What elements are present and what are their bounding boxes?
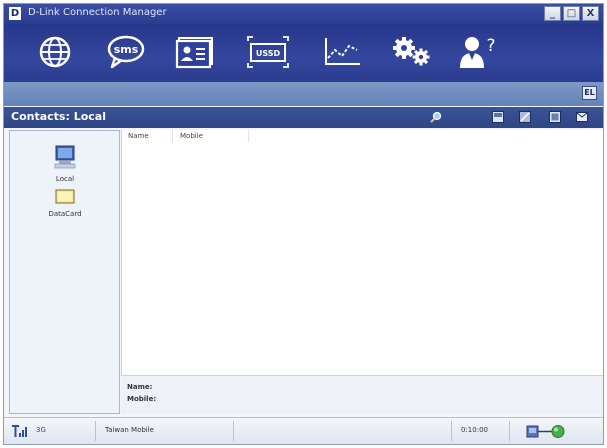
globe-icon	[39, 36, 71, 68]
folder-datacard-label: DataCard	[48, 210, 82, 218]
column-header-mobile[interactable]: Mobile	[180, 132, 203, 140]
connection-timer: 0:10:00	[461, 426, 488, 434]
computer-icon	[54, 145, 76, 169]
edit-contact-icon[interactable]	[519, 111, 531, 123]
datacard-icon	[55, 189, 75, 204]
column-header-name[interactable]: Name	[128, 132, 149, 140]
statistics-button[interactable]	[319, 32, 365, 72]
contacts-table: Name Mobile	[121, 130, 603, 375]
contact-card-icon	[175, 37, 213, 69]
detail-name-label: Name:	[127, 383, 153, 391]
help-button[interactable]: ?	[456, 32, 502, 72]
contacts-button[interactable]	[172, 32, 218, 72]
gears-icon	[393, 37, 430, 66]
status-divider	[451, 421, 452, 441]
window-title: D-Link Connection Manager	[28, 7, 167, 18]
connection-status-icon[interactable]	[526, 424, 566, 439]
minimize-button[interactable]: _	[544, 6, 561, 21]
line-chart-icon	[325, 38, 360, 65]
maximize-button[interactable]: □	[563, 6, 580, 21]
column-divider[interactable]	[248, 130, 249, 142]
contact-detail-panel: Name: Mobile:	[121, 375, 603, 414]
app-window: D D-Link Connection Manager _ □ X sms US…	[3, 3, 604, 445]
internet-button[interactable]	[34, 32, 76, 72]
sms-button[interactable]: sms	[104, 32, 148, 72]
contact-folders-pane: Local DataCard	[9, 130, 120, 414]
sub-toolbar: EL	[4, 82, 603, 106]
app-logo-icon: D	[9, 7, 21, 20]
operator-name: Taiwan Mobile	[105, 426, 154, 434]
ussd-icon: USSD	[247, 36, 289, 68]
status-bar: 3G Taiwan Mobile 0:10:00	[4, 417, 603, 444]
page-title: Contacts: Local	[11, 110, 106, 123]
help-person-icon: ?	[460, 36, 496, 68]
status-divider	[509, 421, 510, 441]
help-question-mark: ?	[486, 36, 495, 56]
status-divider	[233, 421, 234, 441]
title-bar[interactable]: D D-Link Connection Manager _ □ X	[4, 4, 603, 24]
folder-local[interactable]: Local	[20, 145, 110, 183]
message-icon[interactable]	[576, 111, 588, 123]
contacts-header: Contacts: Local	[4, 107, 603, 128]
detail-mobile-label: Mobile:	[127, 395, 157, 403]
search-icon[interactable]	[430, 111, 442, 123]
sms-icon-label: sms	[114, 43, 139, 56]
ussd-button[interactable]: USSD	[244, 32, 292, 72]
sms-bubble-icon: sms	[107, 35, 145, 69]
close-button[interactable]: X	[582, 6, 599, 21]
column-divider[interactable]	[172, 130, 173, 142]
folder-local-label: Local	[55, 175, 75, 183]
signal-strength-icon	[12, 425, 27, 437]
folder-datacard[interactable]: DataCard	[20, 189, 110, 218]
settings-button[interactable]	[389, 32, 435, 72]
main-toolbar: sms USSD ?	[4, 24, 603, 82]
status-divider	[95, 421, 96, 441]
view-toggle-button[interactable]: EL	[582, 86, 597, 100]
network-type-indicator: 3G	[36, 426, 46, 434]
new-contact-icon[interactable]	[492, 111, 504, 123]
delete-contact-icon[interactable]	[549, 111, 561, 123]
ussd-icon-label: USSD	[256, 49, 281, 58]
